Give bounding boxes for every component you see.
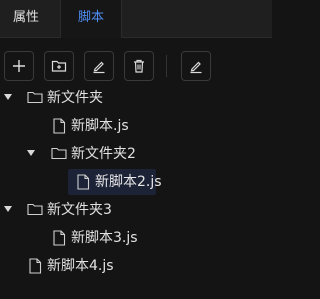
add-button[interactable] — [4, 51, 34, 81]
pencil-icon — [93, 61, 105, 74]
chevron-down-icon[interactable] — [27, 150, 35, 156]
tree-item-file-selected[interactable]: 新脚本2.js — [0, 169, 272, 195]
tree-item-file[interactable]: 新脚本3.js — [0, 225, 272, 251]
tree-item-file[interactable]: 新脚本4.js — [0, 253, 272, 279]
folder-icon — [27, 91, 43, 104]
trash-icon — [134, 59, 144, 73]
plus-icon — [13, 60, 25, 72]
tree-item-label: 新脚本3.js — [71, 230, 138, 246]
edit-button[interactable] — [181, 51, 211, 81]
tree-item-folder[interactable]: 新文件夹3 — [0, 197, 272, 223]
tab-bar: 属性 脚本 — [0, 0, 272, 38]
script-panel: 属性 脚本 新文件夹 新脚本.js 新文件夹2 新脚本2.js 新文件夹3 新脚… — [0, 0, 272, 299]
tree-item-label: 新文件夹3 — [47, 202, 112, 218]
tab-properties[interactable]: 属性 — [0, 0, 52, 36]
tree-item-label: 新脚本.js — [71, 118, 129, 134]
pencil-icon — [190, 61, 202, 74]
folder-icon — [27, 203, 43, 216]
file-icon — [53, 118, 66, 134]
folder-plus-icon — [51, 60, 67, 72]
toolbar — [0, 37, 272, 90]
tree-item-file[interactable]: 新脚本.js — [0, 113, 272, 139]
file-icon — [29, 258, 42, 274]
tree-item-label: 新脚本4.js — [47, 258, 114, 274]
tree-item-folder[interactable]: 新文件夹2 — [0, 141, 272, 167]
tree-item-folder[interactable]: 新文件夹 — [0, 85, 272, 111]
new-folder-button[interactable] — [44, 51, 74, 81]
chevron-down-icon[interactable] — [4, 94, 12, 100]
chevron-down-icon[interactable] — [4, 206, 12, 212]
tree-item-label: 新脚本2.js — [95, 174, 162, 190]
delete-button[interactable] — [124, 51, 154, 81]
toolbar-separator — [166, 55, 167, 77]
tree-item-label: 新文件夹 — [47, 90, 103, 106]
folder-icon — [51, 147, 67, 160]
file-icon — [53, 230, 66, 246]
tab-script[interactable]: 脚本 — [60, 0, 122, 38]
tree-item-label: 新文件夹2 — [71, 146, 136, 162]
rename-button[interactable] — [84, 51, 114, 81]
file-icon — [77, 174, 90, 190]
